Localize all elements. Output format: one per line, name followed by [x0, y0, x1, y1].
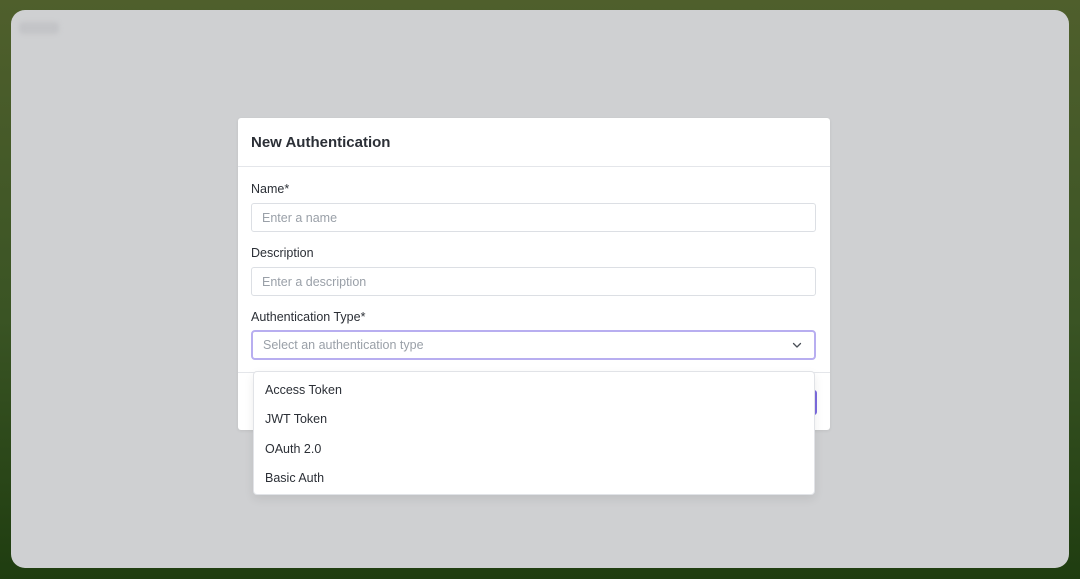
- name-input[interactable]: [251, 203, 816, 232]
- authentication-type-dropdown: Access Token JWT Token OAuth 2.0 Basic A…: [253, 371, 815, 495]
- name-label: Name*: [251, 182, 290, 196]
- option-basic-auth[interactable]: Basic Auth: [254, 464, 814, 494]
- background-overlay-text: [19, 22, 59, 34]
- option-access-token[interactable]: Access Token: [254, 375, 814, 405]
- option-oauth-2[interactable]: OAuth 2.0: [254, 434, 814, 464]
- authentication-type-label: Authentication Type*: [251, 310, 366, 324]
- dialog-header: New Authentication: [238, 118, 830, 167]
- option-jwt-token[interactable]: JWT Token: [254, 405, 814, 435]
- description-label: Description: [251, 246, 314, 260]
- authentication-type-placeholder: Select an authentication type: [263, 338, 424, 352]
- app-window: New Authentication Name* Description Aut…: [11, 10, 1069, 568]
- chevron-down-icon: [790, 338, 804, 352]
- dialog-title: New Authentication: [251, 133, 391, 151]
- authentication-type-select[interactable]: Select an authentication type: [251, 330, 816, 360]
- description-input[interactable]: [251, 267, 816, 296]
